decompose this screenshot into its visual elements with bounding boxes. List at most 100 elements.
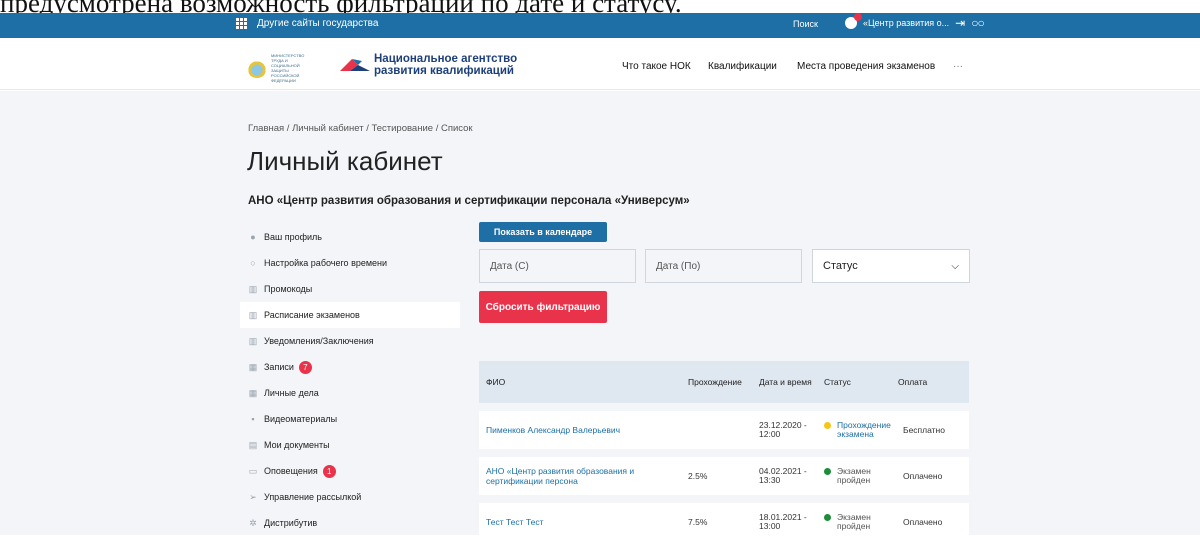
video-icon: ▪ (251, 414, 255, 424)
notification-dot (854, 13, 862, 21)
organization-name: АНО «Центр развития образования и сертиф… (248, 195, 690, 207)
column-header-status[interactable]: Статус (816, 377, 896, 387)
nav-exam-locations[interactable]: Места проведения экзаменов (797, 61, 935, 72)
row-progress: 2.5% (688, 471, 708, 481)
row-progress: 7.5% (688, 517, 708, 527)
sidebar-item-documents[interactable]: ▤ Мои документы (240, 432, 460, 458)
person-icon: ● (250, 232, 256, 242)
table-row[interactable]: АНО «Центр развития образования и сертиф… (479, 457, 969, 495)
row-datetime: 18.01.2021 - 13:00 (759, 512, 807, 531)
row-payment: Оплачено (903, 471, 943, 481)
sidebar-item-profile[interactable]: ● Ваш профиль (240, 224, 460, 250)
row-name-link[interactable]: Пименков Александр Валерьевич (479, 425, 688, 435)
row-payment: Бесплатно (903, 425, 945, 435)
sidebar-item-label: Настройка рабочего времени (264, 258, 388, 268)
gear-icon: ✲ (249, 517, 257, 528)
records-badge: 7 (298, 360, 312, 374)
nav-more-button[interactable]: ··· (953, 61, 963, 72)
location-icon: ○ (250, 258, 256, 268)
keyboard-icon: ▭ (248, 465, 258, 476)
ministry-logo[interactable]: МИНИСТЕРСТВО ТРУДА И СОЦИАЛЬНОЙ ЗАЩИТЫ Р… (247, 53, 311, 83)
grid-icon (236, 18, 247, 29)
agency-name-line2: развития квалификаций (374, 65, 514, 77)
status-select-value: Статус (823, 260, 858, 272)
row-payment: Оплачено (903, 517, 943, 527)
agency-logo-icon (340, 59, 370, 71)
main-content: Главная / Личный кабинет / Тестирование … (0, 91, 1200, 541)
chevron-down-icon: ⌵ (951, 260, 959, 272)
row-status-text: Экзамен пройден (837, 466, 871, 485)
nav-what-is-nok[interactable]: Что такое НОК (622, 61, 691, 72)
top-bar: Другие сайты государства Поиск «Центр ра… (0, 13, 1200, 38)
send-icon: ➢ (249, 491, 257, 502)
column-header-name[interactable]: ФИО (479, 377, 688, 387)
ticket-icon: ▥ (248, 309, 258, 320)
sidebar-item-personal-files[interactable]: ▦ Личные дела (240, 380, 460, 406)
sidebar-item-records[interactable]: ▦ Записи 7 (240, 354, 460, 380)
row-status-text: Прохождение экзамена (837, 420, 891, 439)
status-select[interactable]: Статус ⌵ (812, 249, 970, 283)
user-icon (845, 13, 862, 29)
logout-icon[interactable]: ⇥ (955, 16, 965, 30)
document-icon: ▤ (248, 439, 258, 450)
sidebar-item-work-time[interactable]: ○ Настройка рабочего времени (240, 250, 460, 276)
table-row[interactable]: Тест Тест Тест 7.5% 18.01.2021 - 13:00 Э… (479, 503, 969, 541)
glasses-icon[interactable]: ○○ (971, 16, 984, 30)
status-dot-icon (824, 514, 831, 521)
sidebar-item-label: Оповещения (264, 466, 318, 476)
status-dot-icon (824, 422, 831, 429)
status-dot-icon (824, 468, 831, 475)
exams-table: ФИО Прохождение Дата и время Статус Опла… (479, 361, 969, 541)
row-datetime: 23.12.2020 - 12:00 (759, 420, 807, 439)
sidebar-item-mailing[interactable]: ➢ Управление рассылкой (240, 484, 460, 510)
breadcrumb: Главная / Личный кабинет / Тестирование … (248, 123, 473, 134)
row-status-text: Экзамен пройден (837, 512, 871, 531)
sidebar-item-label: Промокоды (264, 284, 313, 294)
ministry-name: МИНИСТЕРСТВО ТРУДА И СОЦИАЛЬНОЙ ЗАЩИТЫ Р… (271, 53, 305, 83)
show-calendar-button[interactable]: Показать в календаре (479, 222, 607, 242)
sidebar-item-label: Уведомления/Заключения (264, 336, 374, 346)
sidebar-item-exam-schedule[interactable]: ▥ Расписание экзаменов (240, 302, 460, 328)
row-name-link[interactable]: АНО «Центр развития образования и сертиф… (479, 466, 688, 486)
row-status: Экзамен пройден (821, 467, 901, 485)
site-header: МИНИСТЕРСТВО ТРУДА И СОЦИАЛЬНОЙ ЗАЩИТЫ Р… (0, 38, 1200, 90)
column-header-payment[interactable]: Оплата (896, 377, 964, 387)
sidebar-item-label: Расписание экзаменов (264, 310, 360, 320)
sidebar-item-label: Видеоматериалы (264, 414, 338, 424)
sidebar-item-notifications[interactable]: ▥ Уведомления/Заключения (240, 328, 460, 354)
sidebar-item-label: Записи (264, 362, 294, 372)
table-row[interactable]: Пименков Александр Валерьевич 23.12.2020… (479, 411, 969, 449)
gov-sites-link[interactable]: Другие сайты государства (236, 18, 378, 29)
column-header-datetime[interactable]: Дата и время (754, 377, 816, 387)
sidebar-item-promocodes[interactable]: ▥ Промокоды (240, 276, 460, 302)
date-to-field[interactable]: Дата (По) (645, 249, 802, 283)
page-title: Личный кабинет (247, 146, 443, 176)
sidebar-item-label: Мои документы (264, 440, 330, 450)
gov-sites-label: Другие сайты государства (257, 18, 379, 29)
sidebar-item-label: Дистрибутив (264, 518, 318, 528)
agency-name-line1: Национальное агентство (374, 53, 518, 65)
alerts-badge: 1 (322, 464, 336, 478)
calendar-icon: ▦ (248, 361, 258, 372)
user-name: «Центр развития о... (863, 18, 950, 28)
date-from-field[interactable]: Дата (С) (479, 249, 636, 283)
sidebar-item-label: Ваш профиль (264, 232, 322, 242)
sidebar: ● Ваш профиль ○ Настройка рабочего времени… (240, 224, 460, 536)
nav-qualifications[interactable]: Квалификации (708, 61, 777, 72)
sidebar-item-label: Управление рассылкой (264, 492, 362, 502)
calendar-icon: ▦ (248, 387, 258, 398)
row-name-link[interactable]: Тест Тест Тест (479, 517, 688, 527)
row-status: Прохождение экзамена (821, 421, 901, 439)
sidebar-item-videos[interactable]: ▪ Видеоматериалы (240, 406, 460, 432)
reset-filter-button[interactable]: Сбросить фильтрацию (479, 291, 607, 323)
table-header: ФИО Прохождение Дата и время Статус Опла… (479, 361, 969, 403)
user-menu[interactable]: «Центр развития о... ⇥ ○○ (845, 13, 985, 30)
search-link[interactable]: Поиск (793, 19, 818, 29)
sidebar-item-label: Личные дела (264, 388, 319, 398)
sidebar-item-distributive[interactable]: ✲ Дистрибутив (240, 510, 460, 536)
sidebar-item-alerts[interactable]: ▭ Оповещения 1 (240, 458, 460, 484)
row-status: Экзамен пройден (821, 513, 901, 531)
column-header-progress[interactable]: Прохождение (688, 377, 754, 387)
ticket-icon: ▥ (248, 283, 258, 294)
ministry-emblem-icon (247, 58, 267, 78)
